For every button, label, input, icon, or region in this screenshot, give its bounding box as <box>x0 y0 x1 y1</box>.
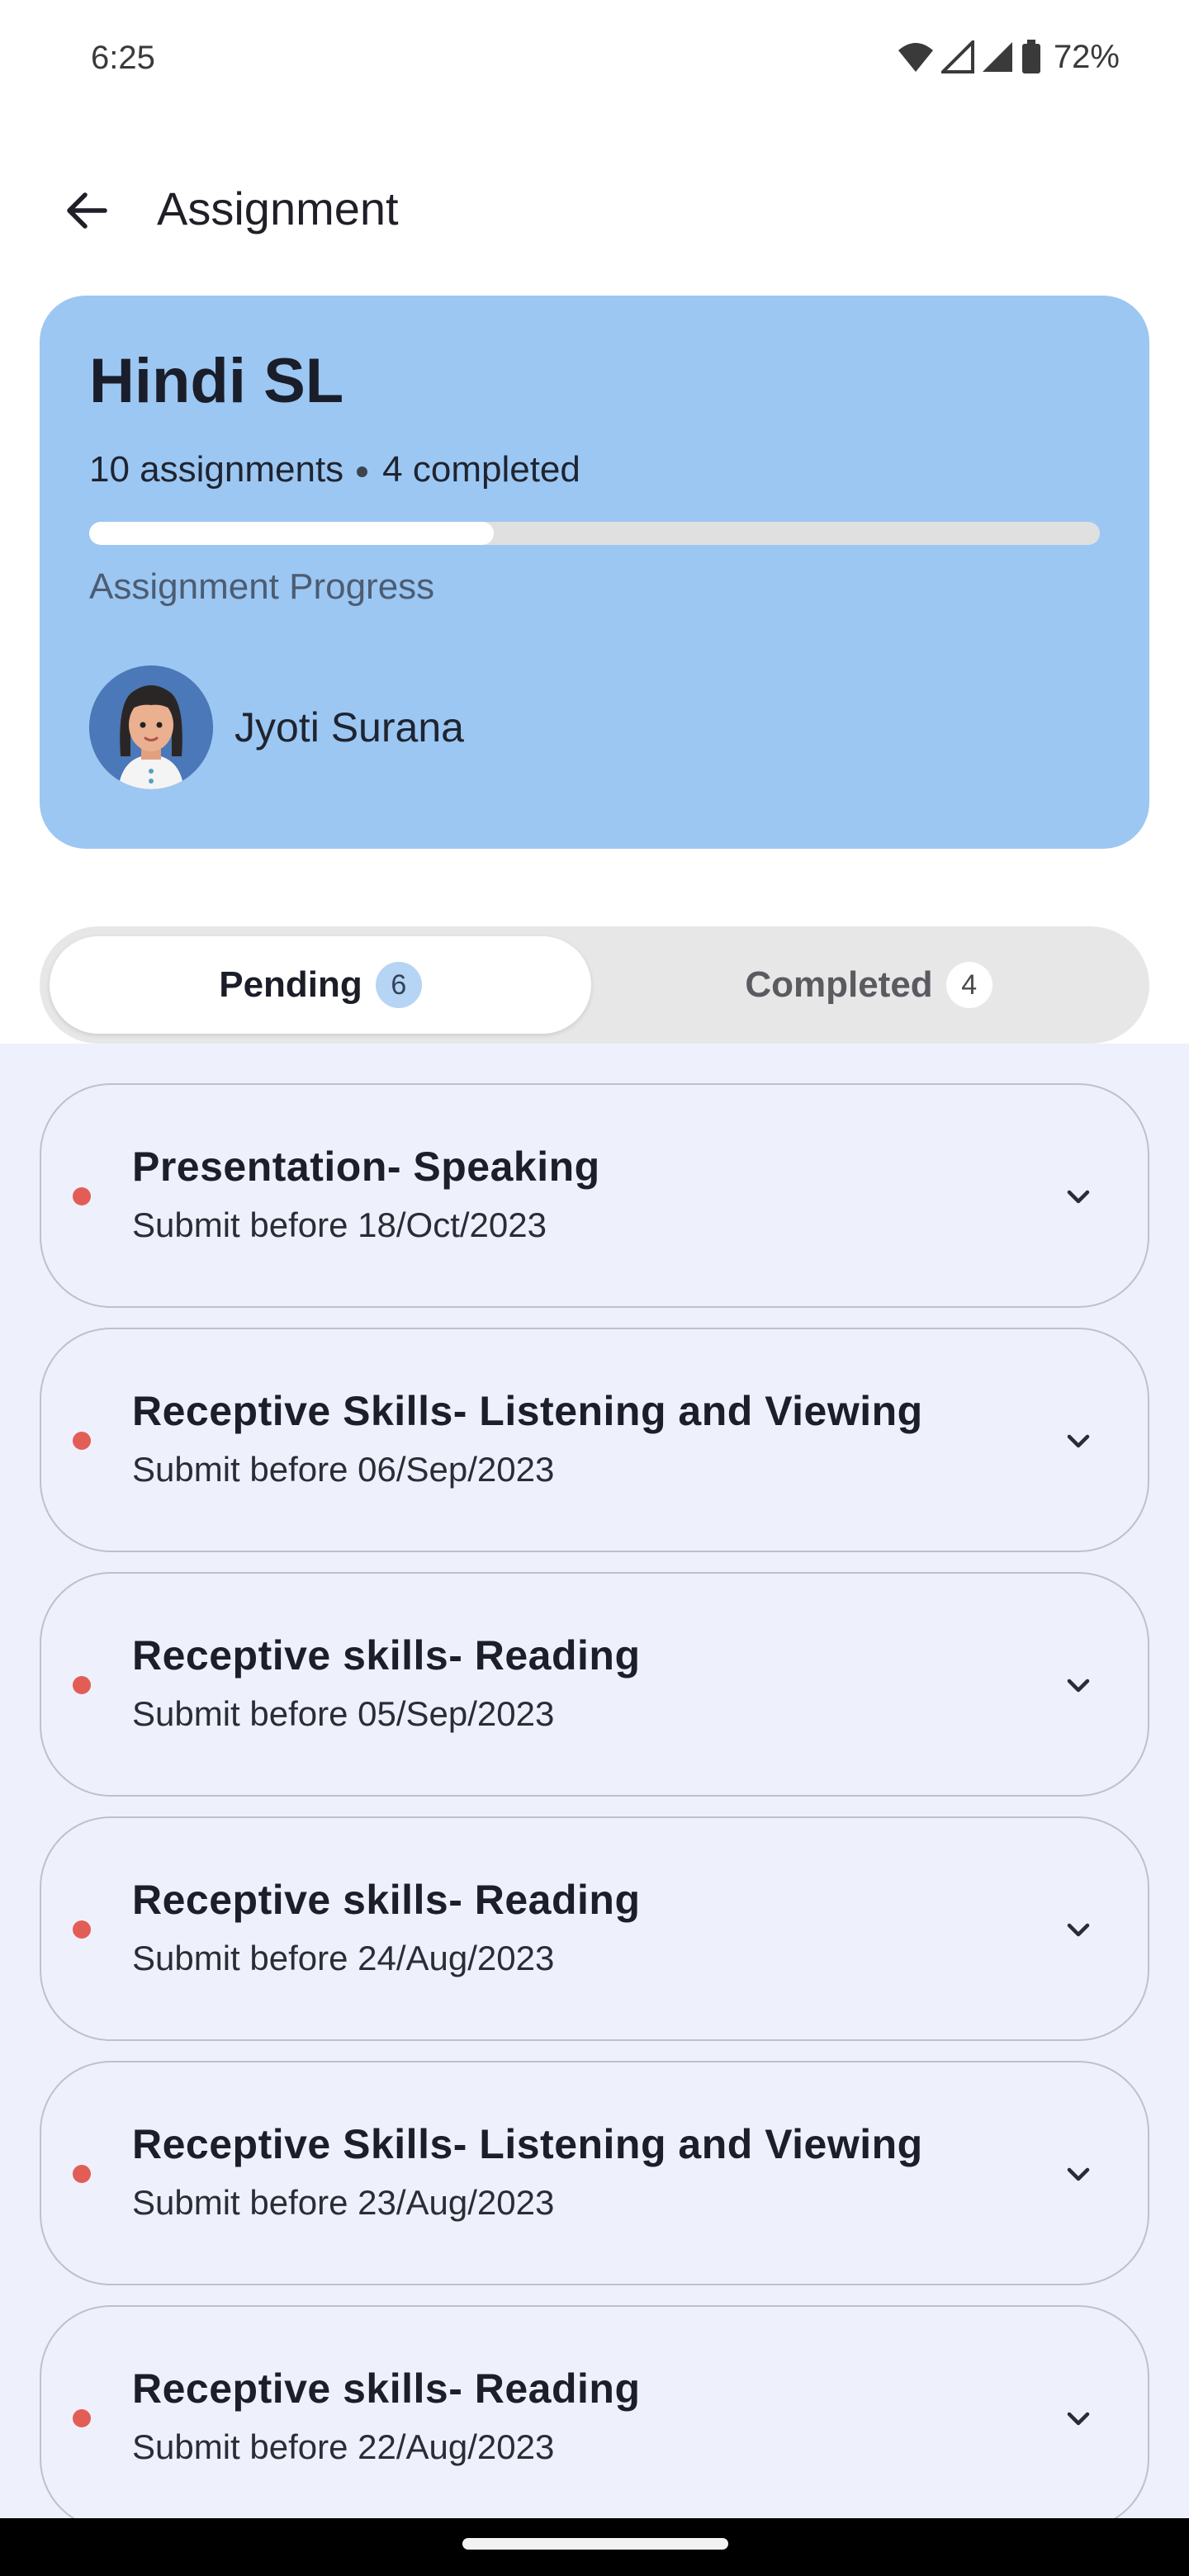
battery-icon <box>1021 40 1040 73</box>
assignment-status-tabs: Pending 6 Completed 4 <box>40 926 1149 1044</box>
assignment-due-date: Submit before 24/Aug/2023 <box>132 1939 555 1977</box>
progress-fill <box>89 522 494 545</box>
signal-icon <box>940 40 974 73</box>
pending-status-dot <box>73 1432 91 1450</box>
battery-percentage: 72% <box>1053 38 1120 75</box>
arrow-left-icon <box>67 192 107 229</box>
chevron-down-icon <box>1067 1190 1090 1204</box>
course-title: Hindi SL <box>89 346 344 416</box>
status-icons: 72% <box>897 36 1120 78</box>
course-stats: 10 assignments 4 completed <box>89 449 580 490</box>
app-bar: Assignment <box>0 157 1189 264</box>
home-indicator[interactable] <box>462 2538 728 2550</box>
assignment-item[interactable]: Receptive skills- Reading Submit before … <box>40 1816 1149 2041</box>
pending-status-dot <box>73 1920 91 1939</box>
assignment-due-date: Submit before 06/Sep/2023 <box>132 1450 555 1489</box>
chevron-down-icon <box>1067 2412 1090 2426</box>
back-button[interactable] <box>50 173 124 248</box>
pending-status-dot <box>73 1676 91 1694</box>
teacher-info: Jyoti Surana <box>89 665 464 789</box>
signal-icon <box>982 42 1012 72</box>
progress-label: Assignment Progress <box>89 566 435 607</box>
pending-status-dot <box>73 1187 91 1205</box>
chevron-down-icon <box>1067 1923 1090 1937</box>
system-nav-bar <box>0 2518 1189 2576</box>
assignment-title: Receptive Skills- Listening and Viewing <box>132 2121 923 2167</box>
assignment-due-date: Submit before 22/Aug/2023 <box>132 2427 555 2466</box>
teacher-name: Jyoti Surana <box>234 704 464 751</box>
tab-pending[interactable]: Pending 6 <box>50 936 591 1034</box>
assignment-title: Receptive skills- Reading <box>132 1632 641 1679</box>
chevron-down-icon <box>1067 2167 1090 2181</box>
assignment-progress-bar <box>89 522 1100 545</box>
expand-button[interactable] <box>1045 2142 1111 2208</box>
assignment-title: Receptive Skills- Listening and Viewing <box>132 1388 923 1434</box>
assignment-item[interactable]: Receptive skills- Reading Submit before … <box>40 1572 1149 1797</box>
assignment-item[interactable]: Receptive skills- Reading Submit before … <box>40 2305 1149 2523</box>
expand-button[interactable] <box>1045 1164 1111 1230</box>
status-bar: 6:25 72% <box>0 0 1189 116</box>
assignment-due-date: Submit before 05/Sep/2023 <box>132 1694 555 1733</box>
assignment-list: Presentation- Speaking Submit before 18/… <box>0 1044 1189 2523</box>
assignment-due-date: Submit before 23/Aug/2023 <box>132 2183 555 2222</box>
tab-completed[interactable]: Completed 4 <box>598 936 1139 1034</box>
expand-button[interactable] <box>1045 2386 1111 2452</box>
completed-count-badge: 4 <box>945 962 992 1008</box>
assignment-title: Receptive skills- Reading <box>132 2365 641 2412</box>
expand-button[interactable] <box>1045 1409 1111 1475</box>
assignment-title: Presentation- Speaking <box>132 1144 600 1190</box>
chevron-down-icon <box>1067 1679 1090 1693</box>
expand-button[interactable] <box>1045 1653 1111 1719</box>
assignments-count: 10 assignments <box>89 449 344 490</box>
assignment-screen: 6:25 72% Assignment Hindi SL 10 assignme… <box>0 0 1189 2576</box>
completed-count: 4 completed <box>382 449 580 490</box>
avatar <box>89 665 213 789</box>
pending-count-badge: 6 <box>375 962 422 1008</box>
assignment-title: Receptive skills- Reading <box>132 1877 641 1923</box>
wifi-icon <box>898 43 933 72</box>
assignment-item[interactable]: Receptive Skills- Listening and Viewing … <box>40 2061 1149 2285</box>
separator-dot <box>357 466 368 477</box>
assignment-item[interactable]: Presentation- Speaking Submit before 18/… <box>40 1083 1149 1308</box>
tab-pending-label: Pending <box>219 964 362 1005</box>
page-title: Assignment <box>157 182 399 234</box>
status-time: 6:25 <box>91 40 155 76</box>
pending-status-dot <box>73 2409 91 2427</box>
assignment-item[interactable]: Receptive Skills- Listening and Viewing … <box>40 1328 1149 1552</box>
assignment-due-date: Submit before 18/Oct/2023 <box>132 1205 547 1244</box>
expand-button[interactable] <box>1045 1897 1111 1963</box>
course-summary-card: Hindi SL 10 assignments 4 completed Assi… <box>40 296 1149 849</box>
tab-completed-label: Completed <box>745 964 933 1005</box>
pending-status-dot <box>73 2165 91 2183</box>
chevron-down-icon <box>1067 1434 1090 1448</box>
